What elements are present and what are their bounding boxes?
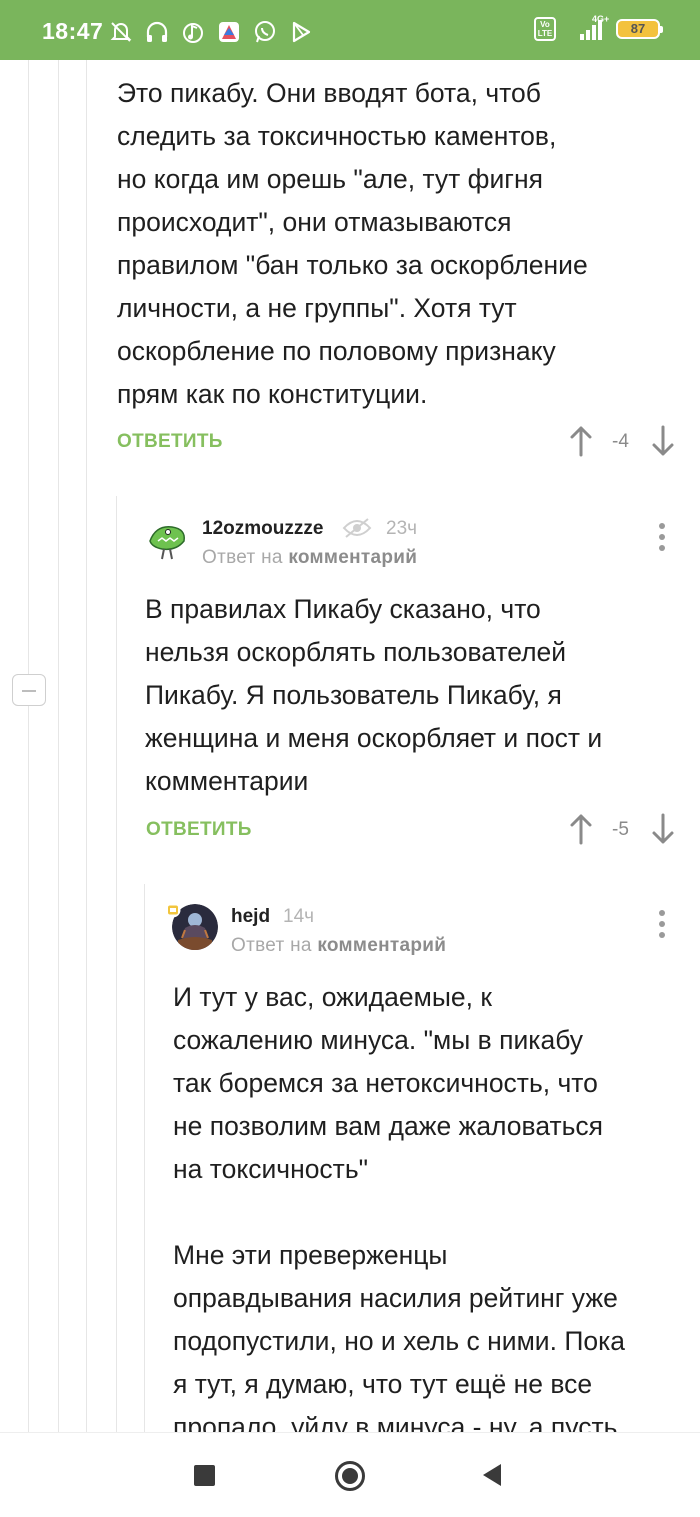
vote-down-icon[interactable] <box>650 813 676 845</box>
thread-line <box>86 60 87 1432</box>
comment-text: И тут у вас, ожидаемые, к сожалению мину… <box>173 982 626 1432</box>
home-button[interactable] <box>335 1461 365 1491</box>
reply-button[interactable]: ОТВЕТИТЬ <box>117 431 223 453</box>
reply-button[interactable]: ОТВЕТИТЬ <box>146 819 252 841</box>
thread-line <box>28 60 29 1432</box>
reply-to-prefix: Ответ на <box>231 935 312 956</box>
reply-to-prefix: Ответ на <box>202 547 283 568</box>
volte-icon: Vo LTE <box>534 17 556 41</box>
comment-text: Это пикабу. Они вводят бота, чтоб следит… <box>117 78 588 409</box>
notification-icons <box>108 18 314 46</box>
status-indicators: Vo LTE 4G+ 87 <box>534 14 663 42</box>
comment-time: 23ч <box>386 518 418 539</box>
comment-text: В правилах Пикабу сказано, что нельзя ос… <box>145 594 603 796</box>
avatar[interactable] <box>144 517 190 563</box>
vote-down-icon[interactable] <box>650 425 676 457</box>
rating-count: -5 <box>612 819 629 840</box>
recents-button[interactable] <box>194 1465 215 1486</box>
mute-bell-icon <box>110 22 132 42</box>
vote-up-icon[interactable] <box>568 813 594 845</box>
reply-to-target[interactable]: комментарий <box>288 547 417 568</box>
whatsapp-icon <box>255 21 275 43</box>
more-options-icon[interactable] <box>657 523 667 555</box>
back-button[interactable] <box>483 1464 501 1486</box>
thread-line <box>58 60 59 1432</box>
battery-icon: 87 <box>616 19 663 39</box>
signal-icon: 4G+ <box>566 14 610 42</box>
comment-time: 14ч <box>283 906 315 927</box>
network-type: 4G+ <box>592 14 610 24</box>
badge-icon <box>165 902 181 918</box>
username[interactable]: hejd <box>231 906 270 928</box>
app-icon <box>219 22 239 42</box>
thread-line <box>116 496 117 1432</box>
status-bar: 18:47 Vo LTE 4G+ 87 <box>0 0 700 60</box>
vote-up-icon[interactable] <box>568 425 594 457</box>
reply-to-target[interactable]: комментарий <box>317 935 446 956</box>
hidden-eye-icon <box>342 518 372 538</box>
more-options-icon[interactable] <box>657 910 667 942</box>
rating-count: -4 <box>612 431 629 452</box>
status-time: 18:47 <box>42 18 104 44</box>
collapse-thread-button[interactable] <box>12 674 46 706</box>
username[interactable]: 12ozmouzzze <box>202 518 323 540</box>
system-nav-bar <box>0 1432 700 1517</box>
music-icon <box>183 23 203 43</box>
thread-line <box>144 884 145 1432</box>
headphones-icon <box>146 21 168 42</box>
reply-to-label[interactable]: Ответ на комментарий <box>231 935 446 957</box>
reply-to-label[interactable]: Ответ на комментарий <box>202 547 417 569</box>
play-store-icon <box>292 21 311 43</box>
